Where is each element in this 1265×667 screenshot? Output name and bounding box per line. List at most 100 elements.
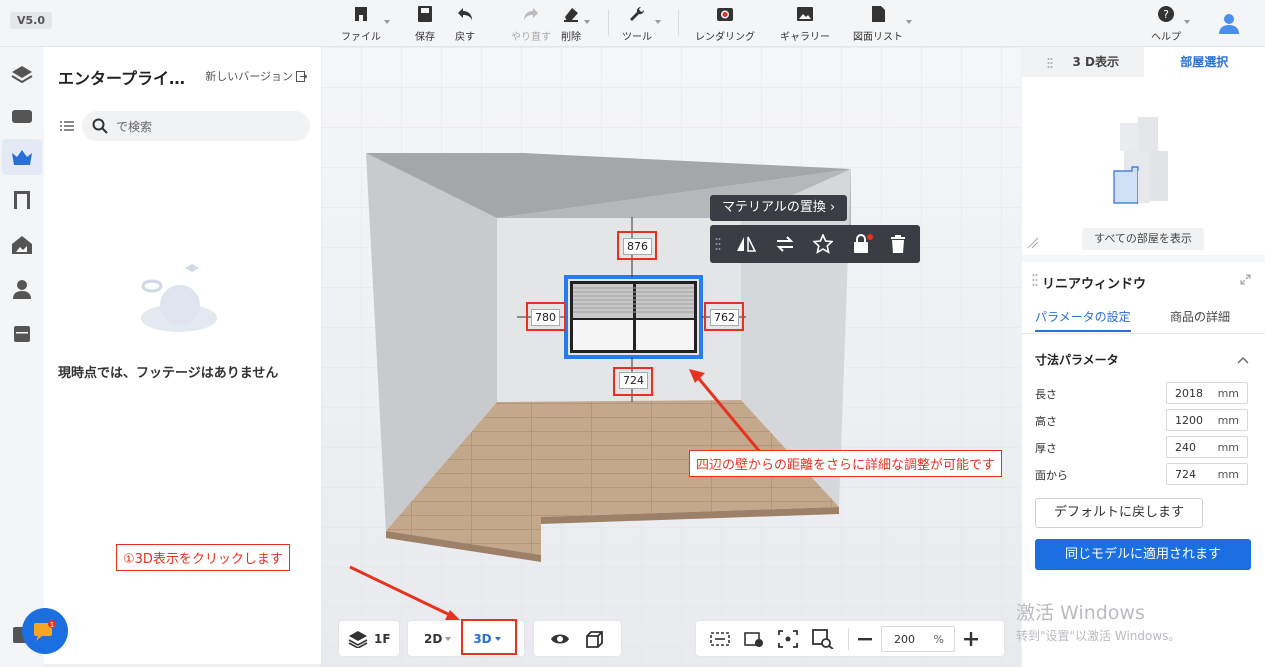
zoom-area-icon[interactable]	[812, 628, 834, 649]
replace-material-button[interactable]: マテリアルの置換 ›	[710, 195, 848, 221]
cube-icon[interactable]	[586, 630, 604, 648]
expand-icon[interactable]	[1240, 274, 1251, 285]
library-title: エンタープライ…	[58, 69, 186, 88]
mirror-icon[interactable]	[735, 234, 757, 254]
undo-button[interactable]: 戻す	[455, 5, 475, 43]
zoom-divider	[848, 627, 849, 650]
drag-handle-icon[interactable]	[1032, 273, 1038, 287]
save-button[interactable]: 保存	[415, 5, 435, 43]
dimension-right-label[interactable]: 762	[710, 309, 739, 326]
new-version-link[interactable]: 新しいバージョン	[205, 68, 307, 84]
person-icon	[13, 280, 31, 299]
zoom-out-icon[interactable]	[857, 631, 873, 647]
view-tabs: 3 D表示 部屋選択	[1022, 47, 1265, 77]
show-all-rooms-button[interactable]: すべての部屋を表示	[1082, 228, 1204, 250]
search-input[interactable]: で検索	[82, 111, 310, 141]
zoom-in-icon[interactable]	[963, 631, 979, 647]
length-input[interactable]: 2018 mm	[1166, 382, 1248, 404]
property-tabs: パラメータの設定 商品の詳細	[1022, 304, 1265, 334]
home-icon	[355, 7, 367, 21]
library-panel: エンタープライ… 新しいバージョン で検索 現時点では、フッテージはありません	[44, 47, 321, 664]
empty-state-message: 現時点では、フッテージはありません	[58, 366, 279, 381]
item-title: リニアウィンドウ	[1042, 277, 1147, 292]
windows-watermark: 激活 Windows 转到"设置"以激活 Windows。	[1016, 602, 1181, 643]
gallery-button[interactable]: ギャラリー	[780, 5, 830, 43]
user-icon	[1219, 14, 1239, 34]
chevron-up-icon[interactable]	[1237, 356, 1249, 364]
layers-icon	[348, 630, 368, 648]
height-input[interactable]: 1200 mm	[1166, 409, 1248, 431]
fit-width-icon[interactable]	[710, 630, 730, 648]
drag-handle-icon[interactable]	[715, 237, 721, 251]
rail-item-my[interactable]	[9, 276, 35, 302]
zoom-input[interactable]: 200 %	[881, 625, 955, 652]
callout-detail-adjust: 四辺の壁からの距離をさらに詳細な調整が可能です	[689, 450, 1003, 477]
apply-same-model-button[interactable]: 同じモデルに適用されます	[1035, 539, 1251, 570]
floor-selector[interactable]: 1F	[338, 620, 400, 657]
rail-item-floorplan[interactable]	[9, 61, 35, 87]
param-row-thickness: 厚さ 240 mm	[1035, 436, 1250, 458]
undo-icon	[458, 8, 472, 20]
search-icon	[92, 118, 108, 134]
door-icon	[14, 191, 30, 209]
dimension-bottom-label[interactable]: 724	[619, 372, 648, 389]
rail-item-furniture[interactable]	[9, 103, 35, 129]
chevron-right-icon: ›	[830, 200, 836, 215]
version-badge: V5.0	[10, 12, 52, 29]
redo-button[interactable]: やり直す	[511, 5, 551, 43]
rail-item-cabinet[interactable]	[9, 321, 35, 347]
redo-icon	[524, 8, 538, 20]
3d-viewport[interactable]: 876 780 762 724	[321, 47, 1021, 667]
chevron-down-icon	[445, 636, 452, 641]
empty-state-illustration	[141, 264, 217, 332]
dimension-left-label[interactable]: 780	[531, 309, 560, 326]
tab-product-details[interactable]: 商品の詳細	[1170, 304, 1230, 330]
replace-icon[interactable]	[775, 234, 795, 254]
floorplan-minimap[interactable]	[1104, 117, 1184, 207]
delete-button[interactable]: 削除	[561, 5, 590, 43]
list-view-icon[interactable]	[60, 120, 74, 135]
param-row-height: 高さ 1200 mm	[1035, 409, 1250, 431]
rail-item-doors[interactable]	[9, 187, 35, 213]
callout-step-3d: ①3D表示をクリックします	[116, 544, 290, 571]
offset-input[interactable]: 724 mm	[1166, 463, 1248, 485]
svg-text:?: ?	[1163, 8, 1169, 21]
focus-icon[interactable]	[778, 629, 798, 648]
file-menu-button[interactable]: ファイル	[341, 5, 390, 43]
tab-parameters[interactable]: パラメータの設定	[1035, 304, 1131, 332]
drag-handle-icon	[1047, 57, 1052, 68]
display-options	[533, 620, 622, 657]
category-rail	[0, 47, 44, 667]
drawing-list-button[interactable]: 図面リスト	[853, 5, 912, 43]
section-dimensions: 寸法パラメータ	[1035, 353, 1119, 367]
rendering-button[interactable]: レンダリング	[695, 5, 755, 43]
dimension-top-label[interactable]: 876	[623, 238, 652, 255]
toolbar-divider	[678, 10, 679, 36]
thickness-input[interactable]: 240 mm	[1166, 436, 1248, 458]
toolbar-divider	[608, 10, 609, 36]
tools-menu-button[interactable]: ツール	[622, 5, 661, 43]
lock-icon[interactable]	[851, 233, 873, 255]
help-icon: ?	[1158, 6, 1174, 22]
tab-room-select[interactable]: 部屋選択	[1143, 47, 1265, 77]
chat-button[interactable]: 1	[22, 608, 68, 654]
rail-item-enterprise[interactable]	[2, 139, 42, 175]
star-icon[interactable]	[813, 234, 833, 254]
view-3d-highlight	[461, 619, 517, 655]
view-settings-icon[interactable]	[744, 630, 764, 648]
object-context-toolbar	[710, 225, 920, 263]
view-2d-button[interactable]: 2D	[424, 632, 442, 646]
crown-icon	[12, 150, 32, 165]
trash-icon[interactable]	[889, 234, 907, 254]
resize-handle-icon[interactable]	[1027, 237, 1039, 249]
cabinet-icon	[14, 326, 30, 342]
user-avatar[interactable]	[1218, 12, 1240, 37]
tab-3d-view[interactable]: 3 D表示	[1022, 47, 1144, 77]
viewport-scene	[321, 47, 1021, 667]
rail-item-structure[interactable]	[9, 232, 35, 258]
layers-icon	[11, 66, 33, 83]
eye-icon[interactable]	[550, 632, 570, 646]
top-toolbar: V5.0 ファイル 保存 戻す やり直す 削除 ツール レンダリング ギャラリー…	[0, 0, 1265, 47]
reset-default-button[interactable]: デフォルトに戻します	[1035, 498, 1203, 528]
help-button[interactable]: ? ヘルプ	[1151, 5, 1190, 43]
